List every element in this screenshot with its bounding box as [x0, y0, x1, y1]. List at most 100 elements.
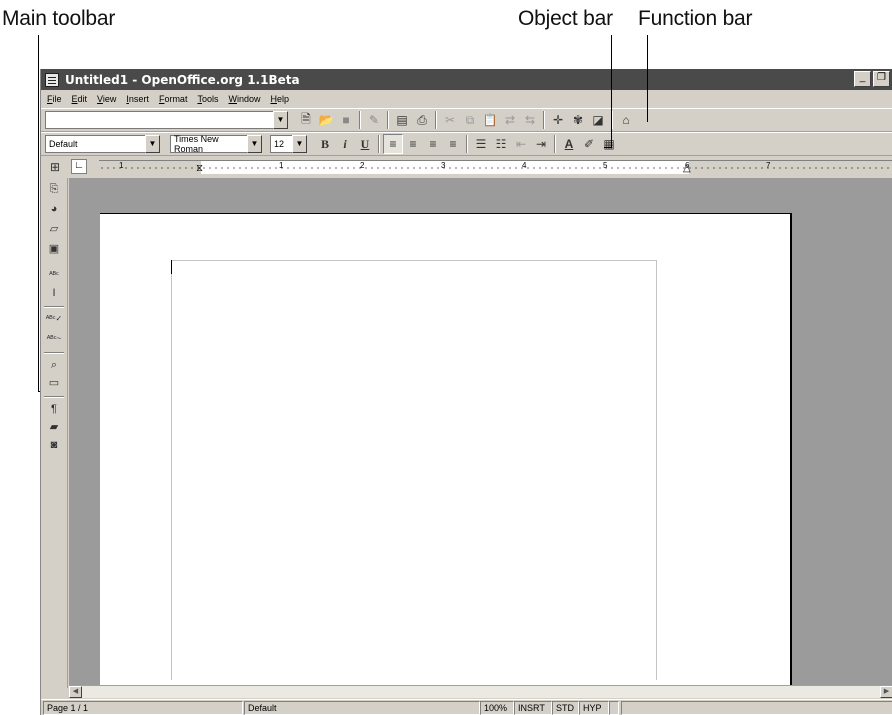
align-left-icon[interactable]: ≡	[383, 134, 403, 154]
export-pdf-icon[interactable]: ▤	[392, 110, 412, 130]
tab-stop-selector[interactable]: ∟	[71, 159, 87, 174]
menu-insert[interactable]: Insert	[126, 94, 149, 104]
document-area[interactable]	[69, 178, 892, 685]
font-name-input[interactable]: Times New Roman	[170, 134, 247, 154]
title-bar[interactable]: Untitled1 - OpenOffice.org 1.1Beta _ ❐	[41, 69, 892, 90]
edit-doc-icon[interactable]: ✎	[364, 110, 384, 130]
decrease-indent-icon[interactable]: ⇤	[511, 134, 531, 154]
ruler-number: 3	[441, 161, 446, 170]
menu-bar: File Edit View Insert Format Tools Windo…	[41, 90, 892, 108]
ruler-row: ⊞ ∟ 1 1 2 3 4 5 6 7 ⧖ △	[41, 156, 892, 178]
separator	[435, 111, 437, 129]
find-replace-icon[interactable]: ⌕	[45, 356, 63, 374]
graphics-off-icon[interactable]: ▰	[45, 418, 63, 436]
align-right-icon[interactable]: ≡	[423, 134, 443, 154]
menu-format[interactable]: Format	[159, 94, 188, 104]
insert-fields-icon[interactable]: ◕	[45, 200, 63, 218]
separator	[378, 135, 380, 153]
font-color-icon[interactable]: A	[559, 134, 579, 154]
insert-table-icon[interactable]: ⊞	[45, 157, 65, 177]
underline-button[interactable]: U	[355, 134, 375, 154]
window-controls: _ ❐	[854, 71, 890, 87]
menu-help[interactable]: Help	[270, 94, 289, 104]
status-page-style[interactable]: Default	[244, 701, 480, 715]
online-layout-icon[interactable]: ◙	[45, 436, 63, 454]
ruler-number: 5	[603, 161, 608, 170]
open-icon[interactable]: 📂	[316, 110, 336, 130]
horizontal-ruler[interactable]: 1 1 2 3 4 5 6 7 ⧖ △	[99, 160, 892, 175]
status-modified	[609, 701, 619, 715]
function-bar: ▼ 🗎 📂 ■ ✎ ▤ ⎙ ✂ ⧉ 📋 ⇄ ⇆ ✛ ✾ ◪ ⌂	[41, 108, 892, 132]
status-page: Page 1 / 1	[43, 701, 243, 715]
copy-icon[interactable]: ⧉	[460, 110, 480, 130]
horizontal-scrollbar[interactable]: ◀ ▶	[69, 685, 892, 698]
leader-function-bar-vertical	[647, 35, 648, 122]
font-size-dropdown-arrow[interactable]: ▼	[292, 135, 307, 153]
callout-main-toolbar: Main toolbar	[2, 7, 116, 30]
status-hyperlink-mode[interactable]: HYP	[579, 701, 609, 715]
justify-icon[interactable]: ≡	[443, 134, 463, 154]
insert-icon[interactable]: ⎘	[45, 180, 63, 198]
font-name-combo[interactable]: Times New Roman ▼	[170, 134, 262, 154]
scroll-right-button[interactable]: ▶	[880, 686, 892, 698]
font-name-dropdown-arrow[interactable]: ▼	[247, 135, 262, 153]
print-icon[interactable]: ⎙	[412, 110, 432, 130]
highlighting-icon[interactable]: ✐	[579, 134, 599, 154]
italic-button[interactable]: i	[335, 134, 355, 154]
url-dropdown-arrow[interactable]: ▼	[273, 111, 288, 129]
window-title: Untitled1 - OpenOffice.org 1.1Beta	[65, 72, 300, 87]
redo-icon[interactable]: ⇆	[520, 110, 540, 130]
undo-icon[interactable]: ⇄	[500, 110, 520, 130]
save-icon[interactable]: ■	[336, 110, 356, 130]
url-input[interactable]	[45, 111, 273, 129]
scroll-left-button[interactable]: ◀	[69, 686, 82, 698]
menu-view[interactable]: View	[97, 94, 116, 104]
separator	[387, 111, 389, 129]
minimize-button[interactable]: _	[854, 71, 871, 87]
status-signature	[621, 701, 892, 715]
insert-object-icon[interactable]: ▱	[45, 220, 63, 238]
right-indent-marker[interactable]: △	[683, 163, 691, 174]
paragraph-style-input[interactable]: Default	[45, 135, 145, 153]
increase-indent-icon[interactable]: ⇥	[531, 134, 551, 154]
paragraph-style-dropdown-arrow[interactable]: ▼	[145, 135, 160, 153]
form-icon[interactable]: ▣	[45, 240, 63, 258]
align-center-icon[interactable]: ≡	[403, 134, 423, 154]
document-icon[interactable]	[45, 72, 59, 87]
restore-button[interactable]: ❐	[873, 71, 890, 87]
font-size-combo[interactable]: 12 ▼	[270, 135, 307, 153]
gallery-icon[interactable]: ◪	[588, 110, 608, 130]
menu-window[interactable]: Window	[228, 94, 260, 104]
autocomplete-icon[interactable]: ᴬᴮᶜ	[45, 266, 63, 284]
stylist-icon[interactable]: ✾	[568, 110, 588, 130]
background-color-icon[interactable]: ▦	[599, 134, 619, 154]
nonprinting-characters-icon[interactable]: ¶	[45, 400, 63, 418]
font-size-input[interactable]: 12	[270, 135, 292, 153]
leader-main-toolbar-vertical	[38, 35, 39, 392]
cut-icon[interactable]: ✂	[440, 110, 460, 130]
numbering-icon[interactable]: ☰	[471, 134, 491, 154]
data-sources-toggle-icon[interactable]: ▭	[45, 374, 63, 392]
menu-edit[interactable]: Edit	[72, 94, 88, 104]
bullets-icon[interactable]: ☷	[491, 134, 511, 154]
menu-tools[interactable]: Tools	[197, 94, 218, 104]
separator	[44, 396, 64, 398]
spellcheck-icon[interactable]: ᴬᴮᶜ✓	[45, 310, 63, 328]
text-boundary	[171, 260, 657, 680]
data-sources-icon[interactable]: ⌂	[616, 110, 636, 130]
paste-icon[interactable]: 📋	[480, 110, 500, 130]
status-zoom[interactable]: 100%	[480, 701, 514, 715]
status-selection-mode[interactable]: STD	[552, 701, 579, 715]
separator	[359, 111, 361, 129]
edit-file-icon[interactable]: 🗎	[296, 110, 316, 130]
auto-spellcheck-icon[interactable]: ᴬᴮᶜ~	[45, 330, 63, 348]
paragraph-style-combo[interactable]: Default ▼	[45, 135, 160, 153]
main-toolbar: ⎘ ◕ ▱ ▣ ᴬᴮᶜ I ᴬᴮᶜ✓ ᴬᴮᶜ~ ⌕ ▭ ¶ ▰ ◙	[41, 178, 68, 688]
navigator-icon[interactable]: ✛	[548, 110, 568, 130]
text-cursor-icon[interactable]: I	[45, 284, 63, 302]
menu-file[interactable]: File	[47, 94, 62, 104]
bold-button[interactable]: B	[315, 134, 335, 154]
status-insert-mode[interactable]: INSRT	[514, 701, 552, 715]
url-combo[interactable]: ▼	[45, 111, 288, 129]
left-indent-marker[interactable]: ⧖	[196, 163, 203, 174]
